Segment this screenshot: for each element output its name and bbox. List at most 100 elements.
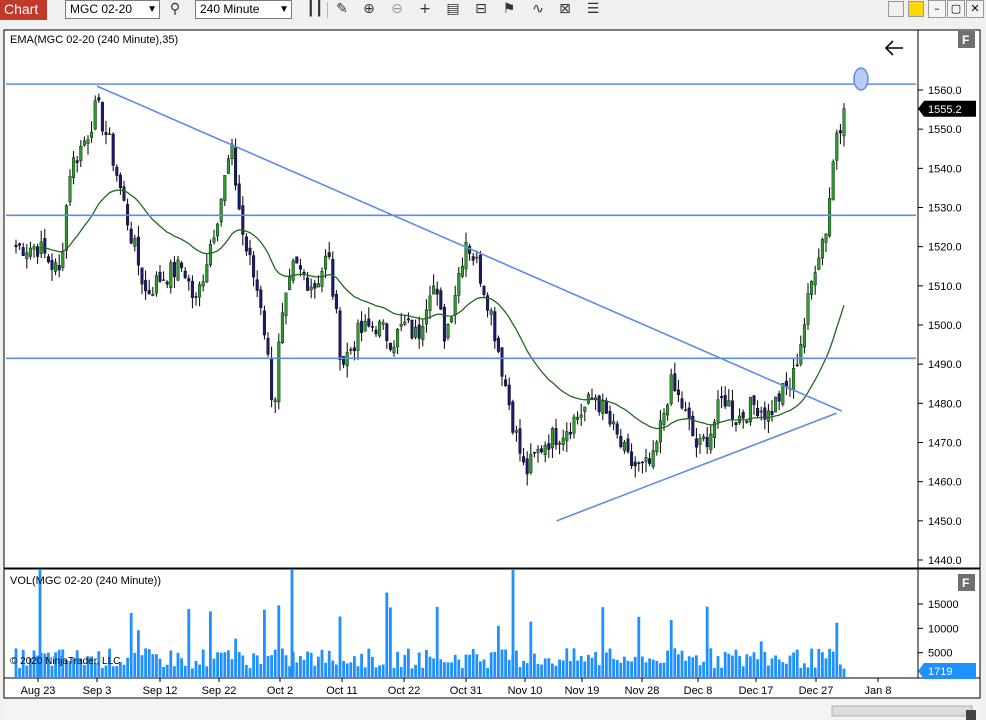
volume-bar xyxy=(407,648,410,677)
volume-bar xyxy=(702,661,705,677)
candle-body xyxy=(352,347,356,352)
ellipse-drawing[interactable] xyxy=(853,67,869,91)
candle-body xyxy=(576,416,580,420)
volume-bar xyxy=(309,652,313,677)
candle-body xyxy=(183,270,187,278)
maximize-button[interactable]: ▢ xyxy=(947,0,965,18)
candle-body xyxy=(529,453,533,473)
candle-body xyxy=(97,97,101,101)
chart-canvas[interactable]: 1560.0 1550.0 1540.0 1530.0 1520.0 1510.0 1500… xyxy=(0,20,986,720)
scrollbar-thumb[interactable] xyxy=(831,705,973,717)
chart-tab[interactable]: Chart xyxy=(0,0,47,20)
volume-bar xyxy=(579,655,583,677)
magnifier-icon[interactable]: ⚲ xyxy=(164,0,186,19)
chart-toolbar: Chart MGC 02-20 ▼ ⚲ 240 Minute ▼ ┃┃ ✎ ⊕ … xyxy=(0,0,986,20)
volume-bar xyxy=(720,667,723,677)
candle-body xyxy=(572,416,576,434)
zoom-out-icon[interactable]: ⊖ xyxy=(386,0,408,19)
minimize-button[interactable]: – xyxy=(928,0,946,18)
list-icon[interactable]: ☰ xyxy=(582,0,604,19)
candle-body xyxy=(554,428,558,446)
volume-bar xyxy=(756,659,759,677)
candle-body xyxy=(687,407,691,420)
volume-bar xyxy=(777,659,781,677)
volume-bar xyxy=(263,609,266,677)
interval-selector[interactable]: 240 Minute ▼ xyxy=(195,0,292,19)
candle-body xyxy=(543,444,547,455)
resize-grip-icon[interactable] xyxy=(966,710,976,720)
volume-tick-label: 15000 xyxy=(928,599,959,611)
volume-bar xyxy=(716,656,720,677)
background-color-swatch[interactable] xyxy=(888,1,904,17)
candle-body xyxy=(597,395,601,413)
candle-body xyxy=(100,101,104,132)
last-volume-label: 1719 xyxy=(928,666,952,678)
candle-body xyxy=(172,262,176,278)
volume-bar xyxy=(205,666,209,677)
volume-bar xyxy=(637,616,641,677)
candle-body xyxy=(385,323,389,341)
candle-body xyxy=(396,328,400,348)
candle-body xyxy=(471,256,475,261)
volume-bar xyxy=(731,655,734,677)
candle-body xyxy=(655,441,659,452)
volume-bar xyxy=(356,666,360,677)
price-tick-label: 1460.0 xyxy=(928,477,962,489)
volume-bar xyxy=(133,652,137,677)
candle-body xyxy=(180,262,184,269)
volume-bar xyxy=(363,667,367,677)
time-tick-label: Jan 8 xyxy=(865,685,892,697)
price-tick-label: 1490.0 xyxy=(928,359,962,371)
volume-bar xyxy=(565,648,569,677)
time-tick-label: Oct 2 xyxy=(267,685,293,697)
zoom-in-icon[interactable]: ⊕ xyxy=(358,0,380,19)
candle-body xyxy=(392,346,396,354)
volume-bar xyxy=(612,658,615,677)
highlight-color-swatch[interactable] xyxy=(908,1,924,17)
ema-indicator-label: EMA(MGC 02-20 (240 Minute),35) xyxy=(10,34,178,46)
candle-body xyxy=(205,264,209,283)
volume-bar xyxy=(371,656,374,677)
indicators-icon[interactable]: ∿ xyxy=(527,0,549,19)
volume-bar xyxy=(155,654,158,677)
candle-body xyxy=(176,259,180,281)
candle-body xyxy=(140,267,144,285)
volume-bar xyxy=(176,652,180,677)
chart-style-icon[interactable]: ⊠ xyxy=(554,0,576,19)
candle-body xyxy=(835,132,839,161)
pencil-icon[interactable]: ✎ xyxy=(331,0,353,19)
bar-type-icon[interactable]: ┃┃ xyxy=(304,0,326,19)
candle-body xyxy=(374,329,378,335)
volume-bar xyxy=(810,648,813,677)
volume-bar xyxy=(774,655,777,677)
volume-bar xyxy=(752,652,756,677)
volume-bar xyxy=(209,611,212,677)
volume-bar xyxy=(489,652,493,677)
volume-bar xyxy=(669,619,673,677)
candle-body xyxy=(43,238,47,254)
time-tick-label: Sep 12 xyxy=(143,685,178,697)
volume-bar xyxy=(281,648,284,677)
strategy-icon[interactable]: ⚑ xyxy=(498,0,520,19)
candle-body xyxy=(28,247,32,257)
volume-tick-label: 5000 xyxy=(928,648,952,660)
close-button[interactable]: ✕ xyxy=(966,0,984,18)
candle-body xyxy=(824,233,828,243)
candle-body xyxy=(370,326,374,328)
candle-body xyxy=(90,131,94,138)
volume-bar xyxy=(295,662,299,677)
candle-body xyxy=(198,284,202,298)
volume-bar xyxy=(781,662,785,677)
volume-indicator-label: VOL(MGC 02-20 (240 Minute)) xyxy=(10,575,161,587)
instrument-selector[interactable]: MGC 02-20 ▼ xyxy=(65,0,160,19)
properties-icon[interactable]: ▤ xyxy=(442,0,464,19)
price-panel[interactable] xyxy=(3,29,919,569)
candle-body xyxy=(136,236,140,266)
data-box-icon[interactable]: ⊟ xyxy=(470,0,492,19)
candle-body xyxy=(741,412,745,419)
candle-body xyxy=(680,398,684,409)
crosshair-icon[interactable]: + xyxy=(414,0,436,19)
volume-bar xyxy=(536,663,540,677)
candle-body xyxy=(601,400,605,414)
candle-body xyxy=(511,401,515,433)
